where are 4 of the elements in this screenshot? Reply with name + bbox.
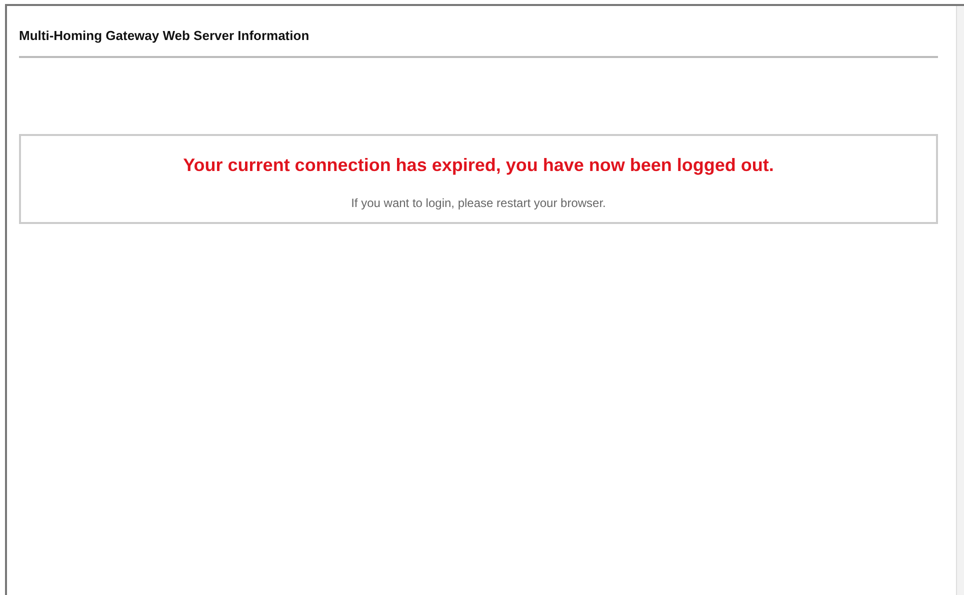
page-title: Multi-Homing Gateway Web Server Information [19, 28, 310, 43]
scrollbar[interactable] [956, 6, 964, 595]
restart-message: If you want to login, please restart your browser. [351, 195, 606, 212]
expired-headline: Your current connection has expired, you have now been logged out. [183, 154, 774, 177]
